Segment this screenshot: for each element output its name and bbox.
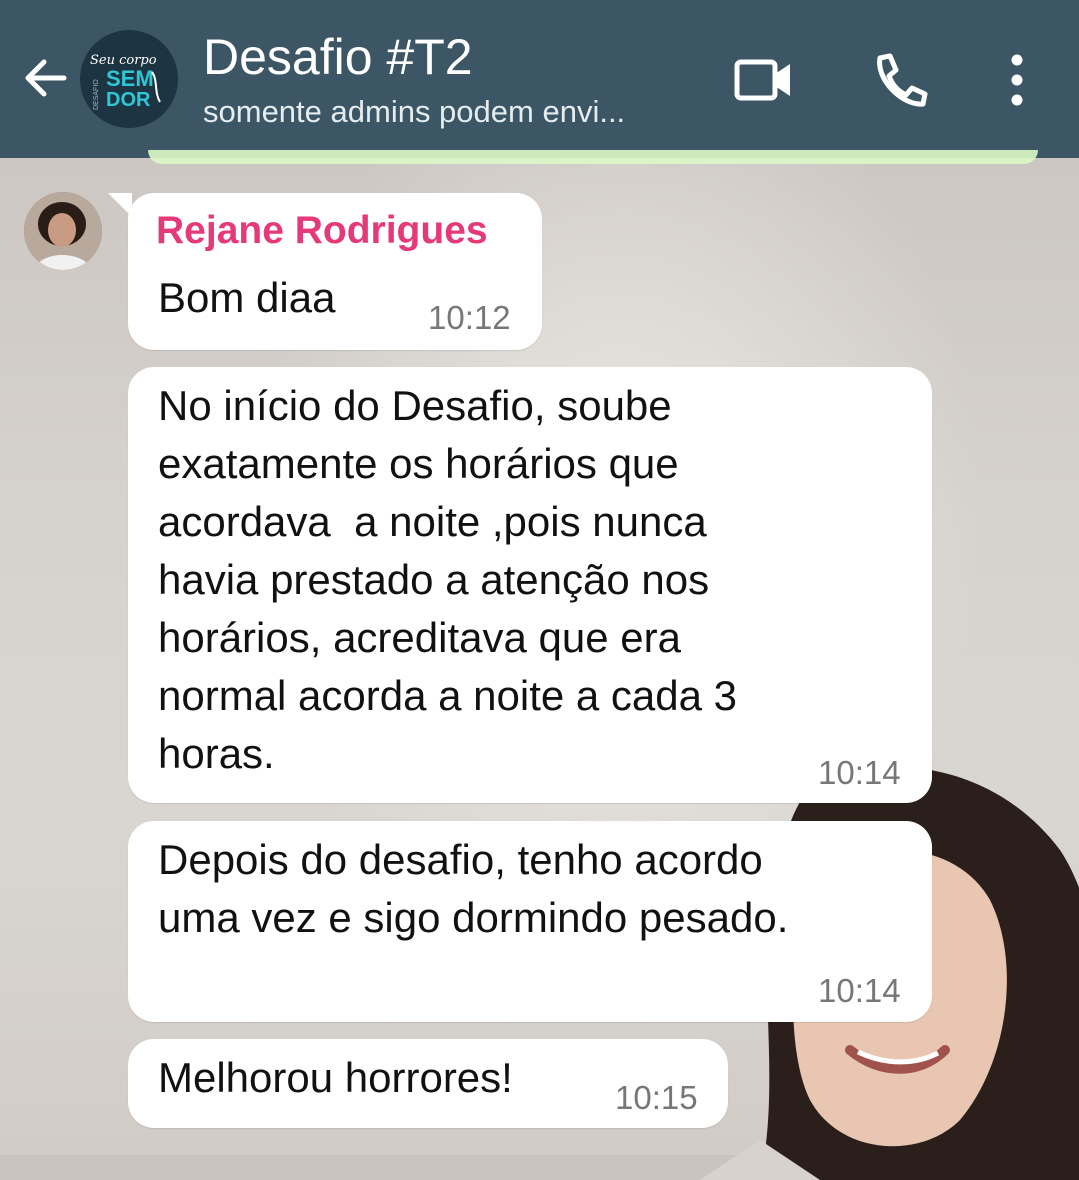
chat-header: Seu corpo SEM DOR DESAFIO Desafio #T2 so… [0,0,1079,158]
phone-icon[interactable] [868,50,930,110]
message-text: Depois do desafio, tenho acordo uma vez … [158,836,789,941]
more-vertical-icon[interactable] [995,50,1039,110]
arrow-left-icon[interactable] [18,50,74,106]
sender-name[interactable]: Rejane Rodrigues [156,209,488,253]
message-time: 10:14 [818,972,901,1009]
message-text: Melhorou horrores! [158,1054,513,1101]
group-logo: Seu corpo SEM DOR DESAFIO [90,53,161,111]
message-bubble[interactable]: Rejane Rodrigues Bom diaa 10:12 [108,193,542,350]
chat-title[interactable]: Desafio #T2 [203,28,473,86]
message-bubble[interactable]: No início do Desafio, soube exatamente o… [128,367,932,803]
message-text: Bom diaa [158,274,336,321]
avatar-photo [24,192,102,270]
bubble-tail [108,193,132,217]
message-text: No início do Desafio, soube exatamente o… [158,382,738,777]
group-avatar[interactable]: Seu corpo SEM DOR DESAFIO [80,30,178,128]
message-time: 10:15 [615,1079,698,1116]
message-bubble[interactable]: Depois do desafio, tenho acordo uma vez … [128,821,932,1022]
message-bubble[interactable]: Melhorou horrores! 10:15 [128,1039,728,1128]
message-time: 10:14 [818,754,901,791]
logo-text-sem: SEM [106,66,154,91]
previous-message-edge [148,150,1038,164]
logo-text-dor: DOR [106,89,151,111]
video-camera-icon[interactable] [732,50,794,110]
sender-avatar[interactable] [24,192,102,270]
logo-text-side: DESAFIO [93,79,100,110]
message-time: 10:12 [428,299,511,336]
chat-subtitle[interactable]: somente admins podem envi... [203,94,625,130]
